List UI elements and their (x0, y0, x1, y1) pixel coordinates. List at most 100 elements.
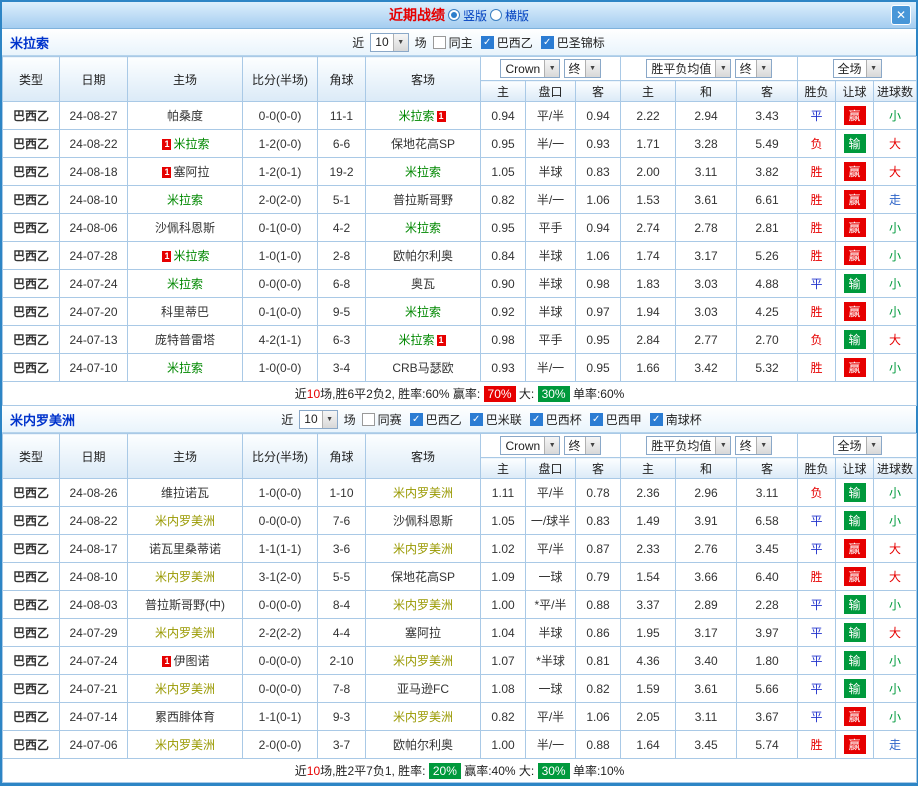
scope-select[interactable]: 全场▼ (833, 59, 882, 78)
checkbox-checked-icon[interactable]: ✓ (650, 413, 663, 426)
asian-handicap-cell: 半/一 (526, 354, 576, 382)
asian-home-odds-cell: 1.07 (481, 647, 526, 675)
date-cell: 24-07-24 (60, 270, 128, 298)
away-team-cell: 米内罗美洲 (366, 703, 481, 731)
team-label: 米内罗美洲 (393, 486, 453, 500)
euro-avg-select[interactable]: 胜平负均值▼ (646, 59, 731, 78)
goals-result-cell: 小 (874, 703, 917, 731)
asian-home-odds-cell: 1.00 (481, 591, 526, 619)
red-card-badge: 1 (162, 251, 171, 262)
checkbox-checked-icon[interactable]: ✓ (410, 413, 423, 426)
goals-result-cell: 大 (874, 563, 917, 591)
date-cell: 24-08-10 (60, 186, 128, 214)
euro-draw-odds-cell: 3.61 (676, 186, 737, 214)
col-header-date: 日期 (60, 57, 128, 102)
handicap-result-badge: 输 (844, 651, 866, 670)
goals-result-cell: 小 (874, 242, 917, 270)
team-label: 普拉斯哥野 (393, 193, 453, 207)
filter-checkbox[interactable]: ✓巴西乙 (410, 411, 462, 428)
team-section-header: 米拉索 近 10 ▼ 场 同主✓巴西乙✓巴圣锦标 (2, 29, 916, 56)
handicap-result-badge: 赢 (844, 190, 866, 209)
euro-odds-stage-select[interactable]: 终▼ (735, 436, 772, 455)
euro-avg-select[interactable]: 胜平负均值▼ (646, 436, 731, 455)
handicap-result-cell: 赢 (836, 242, 874, 270)
match-count-select[interactable]: 10 ▼ (370, 33, 408, 52)
league-cell: 巴西乙 (3, 591, 60, 619)
euro-draw-odds-cell: 2.78 (676, 214, 737, 242)
filter-checkbox[interactable]: ✓巴米联 (470, 411, 522, 428)
league-cell: 巴西乙 (3, 130, 60, 158)
euro-draw-odds-cell: 2.76 (676, 535, 737, 563)
filter-checkbox[interactable]: ✓巴圣锦标 (541, 34, 605, 51)
corners-cell: 8-4 (318, 591, 366, 619)
bookmaker-select[interactable]: Crown▼ (500, 436, 560, 455)
away-team-cell: 米拉索1 (366, 326, 481, 354)
goals-result-cell: 小 (874, 354, 917, 382)
asian-home-odds-cell: 1.05 (481, 507, 526, 535)
euro-away-odds-cell: 5.74 (737, 731, 798, 759)
away-team-cell: 塞阿拉 (366, 619, 481, 647)
filter-checkbox[interactable]: ✓巴西甲 (590, 411, 642, 428)
result-cell: 平 (798, 591, 836, 619)
checkbox-unchecked-icon[interactable] (362, 413, 375, 426)
euro-home-odds-cell: 1.66 (621, 354, 676, 382)
handicap-result-cell: 赢 (836, 703, 874, 731)
layout-option-vertical[interactable]: 竖版 (448, 7, 487, 24)
asian-odds-stage-select[interactable]: 终▼ (564, 436, 601, 455)
filter-checkbox[interactable]: 同主 (433, 34, 473, 51)
summary-row: 近10场,胜2平7负1, 胜率: 20% 赢率:40% 大: 30% 单率:10… (3, 759, 917, 783)
filter-checkbox[interactable]: ✓巴西杯 (530, 411, 582, 428)
asian-odds-stage-select[interactable]: 终▼ (564, 59, 601, 78)
date-cell: 24-07-10 (60, 354, 128, 382)
asian-home-odds-cell: 0.95 (481, 130, 526, 158)
matches-table-america-mineiro: 类型 日期 主场 比分(半场) 角球 客场 Crown▼ 终▼ 胜平负均值▼ 终… (2, 433, 917, 783)
asian-away-odds-cell: 1.06 (576, 186, 621, 214)
checkbox-unchecked-icon[interactable] (433, 36, 446, 49)
layout-option-horizontal[interactable]: 横版 (490, 7, 529, 24)
away-team-cell: 米拉索 (366, 298, 481, 326)
asian-home-odds-cell: 1.04 (481, 619, 526, 647)
match-row: 巴西乙24-08-10米内罗美洲3-1(2-0)5-5保地花高SP1.09一球0… (3, 563, 917, 591)
scope-select[interactable]: 全场▼ (833, 436, 882, 455)
euro-home-odds-cell: 2.74 (621, 214, 676, 242)
euro-draw-odds-cell: 3.17 (676, 619, 737, 647)
red-card-badge: 1 (162, 656, 171, 667)
summary-text: 近 (295, 387, 307, 401)
asian-home-odds-cell: 1.09 (481, 563, 526, 591)
bookmaker-select[interactable]: Crown▼ (500, 59, 560, 78)
asian-handicap-cell: 平/半 (526, 479, 576, 507)
filter-checkbox-label: 巴西乙 (426, 411, 462, 428)
asian-handicap-cell: 半/一 (526, 731, 576, 759)
filter-checkbox[interactable]: ✓巴西乙 (481, 34, 533, 51)
checkbox-checked-icon[interactable]: ✓ (530, 413, 543, 426)
asian-handicap-cell: 半球 (526, 242, 576, 270)
checkbox-checked-icon[interactable]: ✓ (481, 36, 494, 49)
euro-draw-odds-cell: 3.11 (676, 158, 737, 186)
filter-checkbox[interactable]: ✓南球杯 (650, 411, 702, 428)
checkbox-checked-icon[interactable]: ✓ (590, 413, 603, 426)
team-label: 米内罗美洲 (155, 570, 215, 584)
asian-away-odds-cell: 0.94 (576, 214, 621, 242)
col-header-corner: 角球 (318, 434, 366, 479)
home-team-cell: 庞特普雷塔 (128, 326, 243, 354)
filter-checkbox[interactable]: 同赛 (362, 411, 402, 428)
euro-draw-odds-cell: 3.17 (676, 242, 737, 270)
close-button[interactable]: ✕ (891, 5, 911, 25)
score-cell: 2-2(2-2) (243, 619, 318, 647)
team-label: 米拉索 (398, 333, 434, 347)
date-cell: 24-07-14 (60, 703, 128, 731)
euro-away-odds-cell: 3.82 (737, 158, 798, 186)
team-label: 沙佩科恩斯 (155, 221, 215, 235)
date-cell: 24-07-28 (60, 242, 128, 270)
asian-handicap-cell: 平/半 (526, 535, 576, 563)
goals-result-cell: 大 (874, 619, 917, 647)
checkbox-checked-icon[interactable]: ✓ (541, 36, 554, 49)
asian-away-odds-cell: 0.93 (576, 130, 621, 158)
match-count-select[interactable]: 10 ▼ (299, 410, 337, 429)
home-team-cell: 普拉斯哥野(中) (128, 591, 243, 619)
col-header-ah-away: 客 (576, 81, 621, 102)
league-cell: 巴西乙 (3, 158, 60, 186)
checkbox-checked-icon[interactable]: ✓ (470, 413, 483, 426)
euro-odds-stage-select[interactable]: 终▼ (735, 59, 772, 78)
team-label: 欧帕尔利奥 (393, 738, 453, 752)
